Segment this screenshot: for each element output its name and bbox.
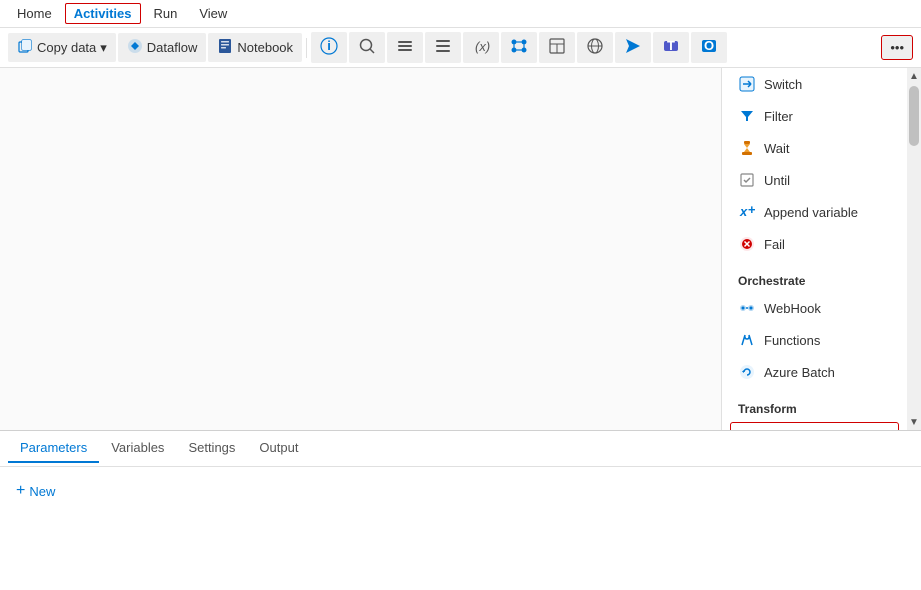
list-icon	[396, 37, 414, 58]
kql-icon: KQL	[741, 429, 759, 430]
svg-text:i: i	[327, 38, 331, 53]
dropdown-label-switch: Switch	[764, 77, 802, 92]
batch-icon	[738, 363, 756, 381]
table-button[interactable]	[539, 32, 575, 63]
menu-button[interactable]	[425, 32, 461, 63]
info-icon: i	[320, 37, 338, 58]
svg-text:x: x	[739, 204, 748, 219]
dropdown-label-batch: Azure Batch	[764, 365, 835, 380]
dropdown-item-wait[interactable]: Wait	[722, 132, 907, 164]
dropdown-label-webhook: WebHook	[764, 301, 821, 316]
dataflow-button[interactable]: Dataflow	[118, 33, 207, 62]
copy-data-dropdown-icon: ▾	[100, 40, 107, 56]
menu-view[interactable]: View	[190, 3, 236, 24]
dropdown-panel: Switch Filter Wait	[721, 68, 921, 430]
webhook-icon	[738, 299, 756, 317]
more-icon: •••	[890, 40, 904, 55]
menu-icon	[434, 37, 452, 58]
search-icon	[358, 37, 376, 58]
dropdown-item-append[interactable]: x + Append variable	[722, 196, 907, 228]
list-button[interactable]	[387, 32, 423, 63]
tabs-bar: Parameters Variables Settings Output	[0, 431, 921, 467]
teams-icon: T	[662, 37, 680, 58]
send-button[interactable]	[615, 32, 651, 63]
dropdown-item-switch[interactable]: Switch	[722, 68, 907, 100]
append-icon: x +	[738, 203, 756, 221]
toolbar: Copy data ▾ Dataflow Notebook i	[0, 28, 921, 68]
filter-icon	[738, 107, 756, 125]
variable-button[interactable]: (x)	[463, 32, 499, 63]
tab-content-parameters: + New	[0, 467, 921, 590]
switch-icon	[738, 75, 756, 93]
more-button[interactable]: •••	[881, 35, 913, 60]
copy-data-label: Copy data	[37, 40, 96, 55]
tab-output[interactable]: Output	[247, 434, 310, 463]
notebook-icon	[217, 38, 233, 57]
canvas	[0, 68, 721, 430]
pipeline-button[interactable]	[501, 32, 537, 63]
pipeline-icon	[510, 37, 528, 58]
dropdown-label-fail: Fail	[764, 237, 785, 252]
fail-icon	[738, 235, 756, 253]
scrollbar-thumb[interactable]	[909, 86, 919, 146]
dropdown-label-append: Append variable	[764, 205, 858, 220]
new-label: New	[29, 484, 55, 499]
plus-icon: +	[16, 483, 25, 499]
dropdown-item-batch[interactable]: Azure Batch	[722, 356, 907, 388]
scroll-down-button[interactable]: ▼	[907, 414, 921, 430]
web-icon	[586, 37, 604, 58]
table-icon	[548, 37, 566, 58]
send-icon	[624, 37, 642, 58]
svg-text:T: T	[667, 38, 675, 53]
dropdown-item-webhook[interactable]: WebHook	[722, 292, 907, 324]
dataflow-icon	[127, 38, 143, 57]
new-button[interactable]: + New	[16, 479, 905, 503]
menu-run[interactable]: Run	[145, 3, 187, 24]
functions-icon	[738, 331, 756, 349]
dropdown-label-functions: Functions	[764, 333, 820, 348]
outlook-button[interactable]: O	[691, 32, 727, 63]
teams-button[interactable]: T	[653, 32, 689, 63]
wait-icon	[738, 139, 756, 157]
outlook-icon: O	[700, 37, 718, 58]
tab-settings[interactable]: Settings	[176, 434, 247, 463]
dropdown-label-filter: Filter	[764, 109, 793, 124]
dropdown-item-fail[interactable]: Fail	[722, 228, 907, 260]
section-orchestrate: Orchestrate	[722, 268, 907, 292]
menu-bar: Home Activities Run View	[0, 0, 921, 28]
section-transform: Transform	[722, 396, 907, 420]
tab-variables[interactable]: Variables	[99, 434, 176, 463]
info-button[interactable]: i	[311, 32, 347, 63]
dropdown-item-kql[interactable]: KQL KQL	[730, 422, 899, 430]
copy-icon	[17, 38, 33, 57]
dropdown-item-functions[interactable]: Functions	[722, 324, 907, 356]
main-area: Switch Filter Wait	[0, 68, 921, 430]
tab-parameters[interactable]: Parameters	[8, 434, 99, 463]
svg-text:+: +	[748, 204, 755, 217]
toolbar-separator	[306, 38, 307, 58]
web-button[interactable]	[577, 32, 613, 63]
until-icon	[738, 171, 756, 189]
dropdown-label-until: Until	[764, 173, 790, 188]
svg-text:O: O	[704, 38, 714, 53]
menu-activities[interactable]: Activities	[65, 3, 141, 24]
svg-text:(x): (x)	[475, 39, 490, 54]
dropdown-label-wait: Wait	[764, 141, 790, 156]
dropdown-item-filter[interactable]: Filter	[722, 100, 907, 132]
variable-icon: (x)	[472, 37, 490, 58]
scroll-up-button[interactable]: ▲	[907, 68, 921, 84]
dropdown-item-until[interactable]: Until	[722, 164, 907, 196]
search-button[interactable]	[349, 32, 385, 63]
copy-data-button[interactable]: Copy data ▾	[8, 33, 116, 62]
bottom-panel: Parameters Variables Settings Output + N…	[0, 430, 921, 590]
dataflow-label: Dataflow	[147, 40, 198, 55]
menu-home[interactable]: Home	[8, 3, 61, 24]
notebook-label: Notebook	[237, 40, 293, 55]
scrollbar: ▲ ▼	[907, 68, 921, 430]
notebook-button[interactable]: Notebook	[208, 33, 302, 62]
